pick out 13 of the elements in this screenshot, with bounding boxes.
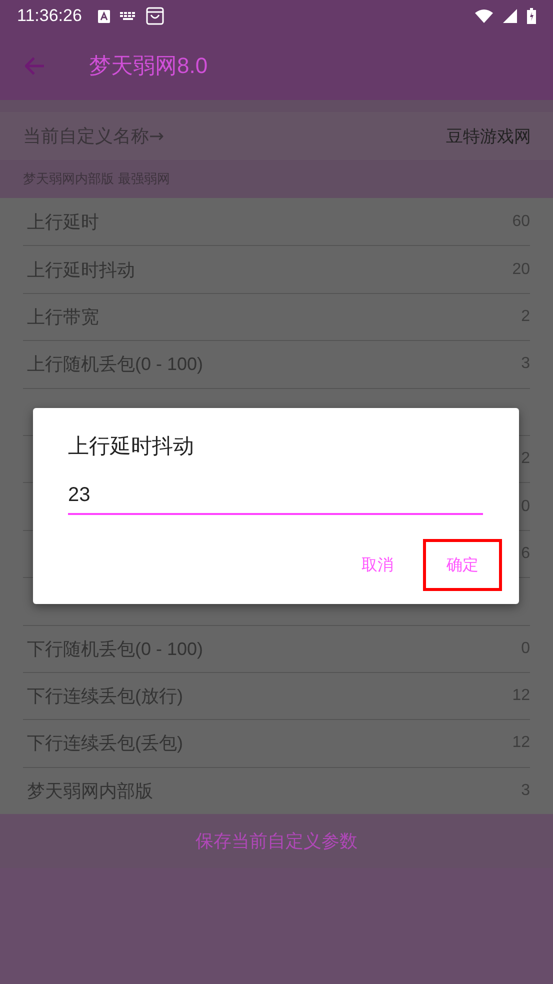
status-time: 11:36:26 — [17, 6, 82, 26]
keyboard-icon — [120, 12, 136, 20]
confirm-button[interactable]: 确定 — [423, 539, 502, 591]
back-arrow-icon[interactable] — [25, 57, 45, 75]
profile-name[interactable]: 豆特游戏网 — [446, 124, 531, 148]
wifi-icon — [475, 9, 493, 23]
app-title: 梦天弱网8.0 — [89, 52, 208, 80]
signal-icon — [503, 9, 517, 23]
shopping-bag-icon — [146, 7, 164, 25]
battery-icon — [527, 8, 536, 24]
text-input-icon — [98, 10, 110, 22]
cancel-button[interactable]: 取消 — [338, 539, 417, 591]
dialog-title: 上行延时抖动 — [68, 433, 195, 460]
